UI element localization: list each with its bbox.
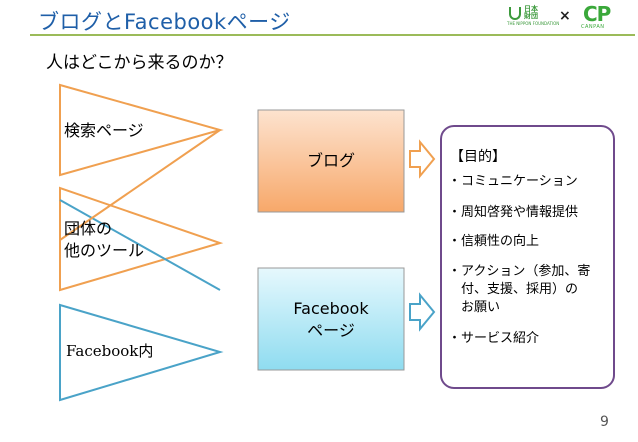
source-label-search: 検索ページ (64, 121, 144, 140)
purpose-item: ・コミュニケーション (448, 174, 578, 189)
purpose-item: ・サービス紹介 (448, 331, 540, 346)
blog-arrow-icon (409, 139, 436, 179)
purpose-item: ・信頼性の向上 (448, 234, 540, 249)
blog-box-label: ブログ (306, 151, 355, 170)
purpose-heading: 【目的】 (450, 149, 506, 165)
source-label-tools: 団体の 他のツール (64, 219, 145, 260)
source-label-facebook: Facebook内 (66, 342, 154, 360)
facebook-page-box-label: Facebook ページ (293, 299, 369, 340)
page-number: 9 (600, 414, 609, 430)
purpose-item: ・周知啓発や情報提供 (448, 205, 579, 220)
facebook-arrow-icon (409, 292, 436, 332)
purpose-item: ・アクション（参加、寄 付、支援、採用）の お願い (448, 264, 591, 315)
